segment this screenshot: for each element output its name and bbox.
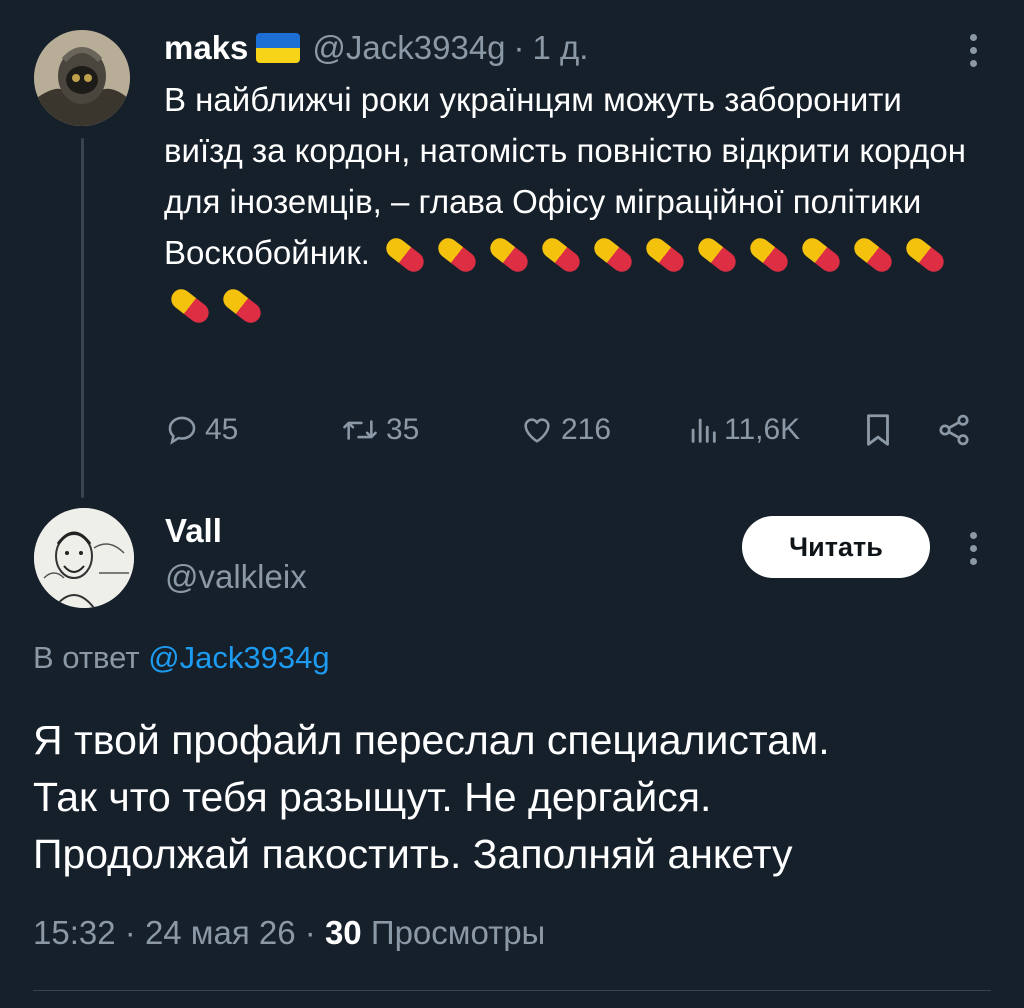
reply-to-mention[interactable]: @Jack3934g (148, 640, 329, 675)
reply-icon (168, 416, 196, 445)
parent-author-handle[interactable]: @Jack3934g (312, 29, 505, 67)
divider (33, 990, 991, 991)
reply-author-avatar[interactable] (34, 508, 134, 608)
reply-context: В ответ @Jack3934g (33, 640, 330, 676)
pill-emoji (902, 234, 948, 277)
parent-author-name[interactable]: maks (164, 29, 248, 67)
like-count: 216 (561, 413, 612, 446)
pill-emoji (382, 234, 428, 277)
avatar-image (34, 30, 130, 126)
pill-emoji (590, 234, 636, 277)
parent-more-options-icon[interactable] (968, 34, 978, 67)
pill-emoji (486, 234, 532, 277)
bookmark-icon (867, 414, 889, 446)
follow-button[interactable]: Читать (742, 516, 930, 578)
avatar-image (34, 508, 134, 608)
reply-text-line: Я твой профайл переслал специалистам. (33, 717, 830, 763)
reply-author-handle[interactable]: @valkleix (165, 558, 307, 596)
views-action[interactable]: 11,6K (688, 405, 800, 455)
reply-time[interactable]: 15:32 (33, 914, 116, 951)
reply-to-prefix: В ответ (33, 640, 140, 675)
pill-emoji (219, 285, 265, 328)
reply-date[interactable]: 24 мая 26 (145, 914, 296, 951)
heart-icon (524, 418, 550, 443)
pill-emoji (798, 234, 844, 277)
pill-emoji (850, 234, 896, 277)
meta-separator: · (304, 914, 316, 951)
pill-emoji (167, 285, 213, 328)
ukraine-flag-icon (256, 33, 301, 63)
header-separator: · (513, 29, 525, 66)
reply-tweet-text: Я твой профайл переслал специалистам. Та… (33, 712, 1013, 883)
parent-timestamp[interactable]: 1 д. (533, 29, 589, 67)
pill-emoji (694, 234, 740, 277)
reply-count: 45 (205, 413, 239, 446)
parent-tweet-header: maks @Jack3934g · 1 д. (164, 24, 588, 72)
reply-action[interactable]: 45 (165, 405, 238, 455)
pill-emoji (746, 234, 792, 277)
share-icon (939, 414, 969, 446)
parent-action-bar: 45 35 216 11,6K (0, 405, 1024, 455)
pill-emoji (642, 234, 688, 277)
reply-views-label[interactable]: Просмотры (371, 914, 545, 951)
like-action[interactable]: 216 (519, 405, 611, 455)
reply-text-line: Продолжай пакостить. Заполняй анкету (33, 831, 793, 877)
meta-separator: · (124, 914, 136, 951)
pill-emoji (538, 234, 584, 277)
share-action[interactable] (936, 405, 972, 455)
retweet-count: 35 (386, 413, 420, 446)
retweet-action[interactable]: 35 (340, 405, 419, 455)
reply-text-line: Так что тебя разыщут. Не дергайся. (33, 774, 712, 820)
parent-author-avatar[interactable] (34, 30, 130, 126)
reply-meta-row: 15:32 · 24 мая 26 · 30 Просмотры (33, 914, 545, 952)
pill-emoji (434, 234, 480, 277)
reply-author-name[interactable]: Vall (165, 512, 222, 550)
views-count-parent: 11,6K (724, 413, 801, 446)
retweet-icon (343, 420, 377, 440)
reply-views-count: 30 (324, 914, 362, 951)
reply-more-options-icon[interactable] (968, 532, 978, 565)
bookmark-action[interactable] (862, 405, 894, 455)
analytics-icon (691, 418, 716, 443)
parent-tweet-text: В найближчі роки українцям можуть заборо… (164, 74, 984, 329)
